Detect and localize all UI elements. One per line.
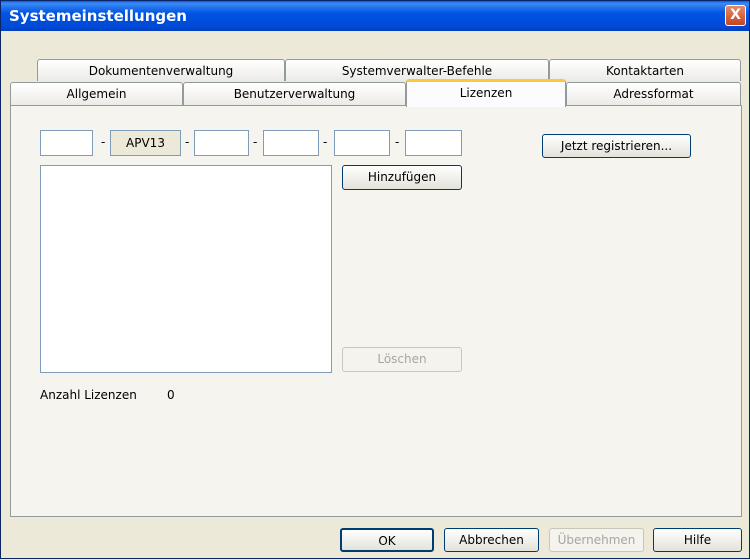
licenses-list[interactable] (40, 165, 332, 373)
tab-kontaktarten[interactable]: Kontaktarten (549, 59, 741, 81)
help-button[interactable]: Hilfe (653, 528, 742, 552)
cancel-button[interactable]: Abbrechen (444, 528, 539, 552)
window-title: Systemeinstellungen (9, 7, 187, 25)
register-now-label: Jetzt registrieren... (560, 139, 673, 153)
tab-dokumentenverwaltung[interactable]: Dokumentenverwaltung (37, 59, 285, 81)
license-key-field-5[interactable] (405, 130, 462, 156)
ok-label: OK (378, 534, 396, 548)
title-bar[interactable]: Systemeinstellungen X (1, 1, 749, 31)
license-key-field-4[interactable] (334, 130, 390, 156)
tab-systemverwalter-befehle[interactable]: Systemverwalter-Befehle (285, 59, 549, 81)
close-button[interactable]: X (725, 5, 746, 26)
license-key-field-1[interactable] (40, 130, 93, 156)
tab-lizenzen[interactable]: Lizenzen (406, 79, 566, 107)
cancel-label: Abbrechen (459, 533, 524, 547)
tab-adressformat[interactable]: Adressformat (566, 82, 741, 105)
add-button[interactable]: Hinzufügen (342, 165, 462, 190)
ok-button[interactable]: OK (340, 528, 434, 552)
help-label: Hilfe (683, 533, 712, 547)
apply-button[interactable]: Übernehmen (549, 528, 644, 552)
register-now-button[interactable]: Jetzt registrieren... (542, 134, 691, 158)
license-key-field-3[interactable] (263, 130, 319, 156)
tab-benutzerverwaltung[interactable]: Benutzerverwaltung (183, 82, 406, 105)
tab-allgemein[interactable]: Allgemein (10, 82, 183, 105)
settings-window: Systemeinstellungen X Dokumentenverwaltu… (0, 0, 750, 559)
license-key-field-2[interactable] (194, 130, 249, 156)
add-label: Hinzufügen (367, 170, 437, 184)
apply-label: Übernehmen (557, 533, 636, 547)
